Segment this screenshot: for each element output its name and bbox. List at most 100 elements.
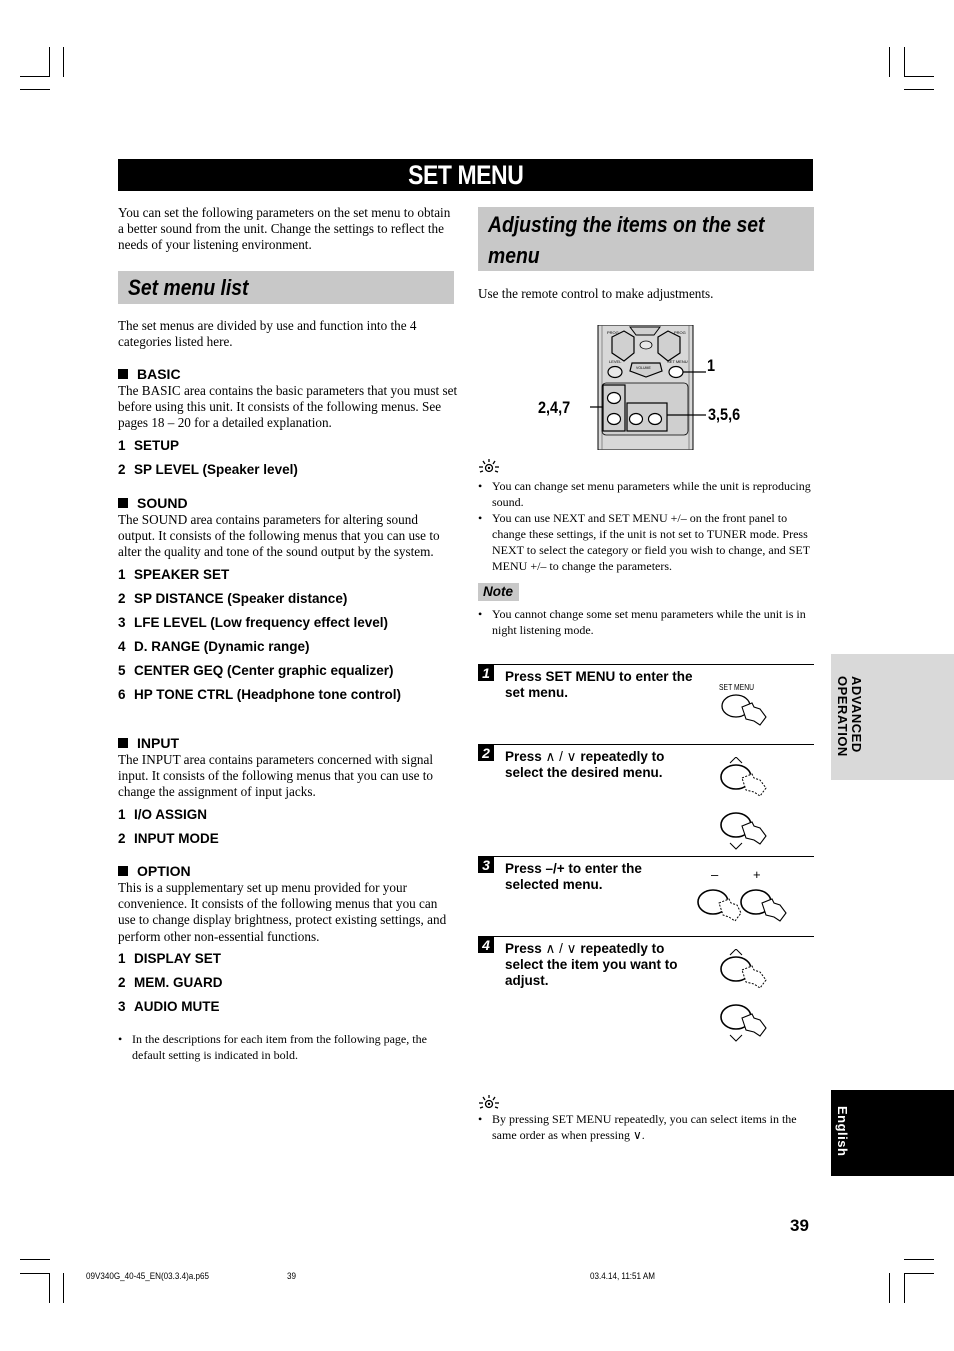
crop-mark: [20, 1259, 50, 1260]
side-tab-language: English: [831, 1090, 954, 1176]
footer-timestamp: 03.4.14, 11:51 AM: [590, 1271, 655, 1282]
page-number: 39: [790, 1216, 809, 1235]
note-label: Note: [478, 583, 519, 601]
crop-mark: [63, 47, 64, 77]
step-text: Press ∧ / ∨ repeatedly to select the des…: [505, 749, 665, 780]
callout-step-1: 1: [707, 356, 716, 375]
plus-button: [647, 412, 663, 426]
volume-up-top: [629, 326, 661, 336]
step-4: 4 Press ∧ / ∨ repeatedly to select the i…: [478, 936, 814, 1048]
step-number: 4: [478, 937, 494, 953]
category-description: The SOUND area contains parameters for a…: [118, 512, 440, 560]
square-bullet-icon: [118, 369, 128, 379]
category-description: This is a supplementary set up menu prov…: [118, 880, 447, 944]
menu-item: 5 CENTER GEQ (Center graphic equalizer): [118, 662, 394, 678]
level-button: [607, 365, 623, 379]
volume-label: VOLUME: [636, 366, 651, 370]
step-2: 2 Press ∧ / ∨ repeatedly to select the d…: [478, 744, 814, 856]
crop-mark: [904, 89, 934, 90]
crop-mark: [889, 47, 890, 77]
square-bullet-icon: [118, 498, 128, 508]
press-up-button-icon: [720, 949, 767, 989]
adjust-intro: Use the remote control to make adjustmen…: [478, 286, 714, 301]
page-title: SET MENU: [118, 159, 813, 191]
language-label: English: [835, 1106, 850, 1157]
prog-minus-label: PROG: [607, 330, 619, 335]
press-minus-plus-icon: [697, 889, 787, 922]
up-down-arrow-icons: ∧ / ∨: [545, 941, 577, 956]
press-up-button-icon: [720, 757, 767, 797]
step-number: 3: [478, 857, 494, 873]
step-1: 1 Press SET MENU to enter the set menu. …: [478, 664, 814, 744]
category-description: The BASIC area contains the basic parame…: [118, 383, 458, 431]
crop-mark: [20, 76, 50, 77]
press-button-hand-icon: [721, 694, 767, 726]
crop-mark: [904, 76, 934, 77]
set-menu-label: SET MENU: [667, 359, 688, 364]
menu-item: 1 SETUP: [118, 437, 180, 453]
note-item: You cannot change some set menu paramete…: [478, 606, 816, 638]
menu-item: 2 SP DISTANCE (Speaker distance): [118, 590, 348, 606]
step-text: Press –/+ to enter the selected menu.: [505, 861, 642, 892]
mute-button: [639, 340, 653, 350]
press-down-button-icon: [720, 1004, 767, 1042]
section-heading-adjusting: Adjusting the items on the set menu: [478, 207, 814, 271]
tip-lightbulb-icon: [479, 459, 499, 473]
callout-steps-2-4-7: 2,4,7: [538, 398, 571, 417]
menu-item: 1 I/O ASSIGN: [118, 806, 208, 822]
step-number: 1: [478, 665, 494, 681]
tip-item: By pressing SET MENU repeatedly, you can…: [478, 1111, 808, 1143]
crop-mark: [49, 47, 50, 77]
menu-item: 2 SP LEVEL (Speaker level): [118, 461, 298, 477]
crop-mark: [904, 1273, 934, 1274]
step-number: 2: [478, 745, 494, 761]
side-tab-line-1: ADVANCED: [849, 676, 864, 753]
menu-item: 3 AUDIO MUTE: [118, 998, 220, 1014]
step-text: Press ∧ / ∨ repeatedly to select the ite…: [505, 941, 678, 988]
crop-mark: [49, 1273, 50, 1303]
menu-item: 1 DISPLAY SET: [118, 950, 222, 966]
category-heading: OPTION: [118, 863, 458, 880]
crop-mark: [20, 89, 50, 90]
category-heading: INPUT: [118, 735, 458, 752]
set-menu-button: [668, 365, 684, 379]
footer-filename: 09V340G_40-45_EN(03.3.4)a.p65: [86, 1271, 210, 1282]
category-basic: BASIC The BASIC area contains the basic …: [118, 366, 458, 486]
step-3: 3 Press –/+ to enter the selected menu. …: [478, 856, 814, 936]
menu-item: 6 HP TONE CTRL (Headphone tone control): [118, 686, 402, 702]
crop-mark: [904, 1259, 934, 1260]
crop-mark: [63, 1273, 64, 1303]
crop-mark: [904, 1273, 905, 1303]
up-down-arrow-icons: ∧ / ∨: [545, 749, 577, 764]
menu-item: 2 INPUT MODE: [118, 830, 219, 846]
category-option: OPTION This is a supplementary set up me…: [118, 863, 458, 1023]
level-label: LEVEL: [609, 359, 622, 364]
category-heading: BASIC: [118, 366, 458, 383]
down-button: [606, 412, 622, 426]
tip-item: You can use NEXT and SET MENU +/– on the…: [478, 510, 816, 574]
prog-plus-label: PROG: [674, 330, 686, 335]
footnote: In the descriptions for each item from t…: [118, 1031, 453, 1063]
category-heading: SOUND: [118, 495, 458, 512]
footer-page: 39: [287, 1271, 296, 1282]
category-input: INPUT The INPUT area contains parameters…: [118, 735, 458, 855]
section-heading-set-menu-list: Set menu list: [118, 271, 454, 304]
menu-item: 2 MEM. GUARD: [118, 974, 223, 990]
square-bullet-icon: [118, 738, 128, 748]
menu-item: 3 LFE LEVEL (Low frequency effect level): [118, 614, 389, 630]
crop-mark: [20, 1273, 50, 1274]
crop-mark: [904, 47, 905, 77]
category-sound: SOUND The SOUND area contains parameters…: [118, 495, 458, 711]
step-text: Press SET MENU to enter the set menu.: [505, 669, 693, 700]
side-tab-advanced-operation: OPERATION ADVANCED: [831, 654, 954, 780]
minus-button: [628, 412, 644, 426]
section-intro: The set menus are divided by use and fun…: [118, 318, 417, 350]
intro-paragraph: You can set the following parameters on …: [118, 205, 451, 253]
callout-steps-3-5-6: 3,5,6: [708, 405, 741, 424]
down-arrow-icon: ∨: [632, 1128, 642, 1142]
remote-control-illustration: PROG PROG LEVEL SET MENU VOLUME: [590, 325, 706, 450]
menu-item: 1 SPEAKER SET: [118, 566, 230, 582]
up-button: [606, 391, 622, 405]
plus-label: +: [753, 867, 761, 882]
press-down-button-icon: [720, 812, 767, 850]
